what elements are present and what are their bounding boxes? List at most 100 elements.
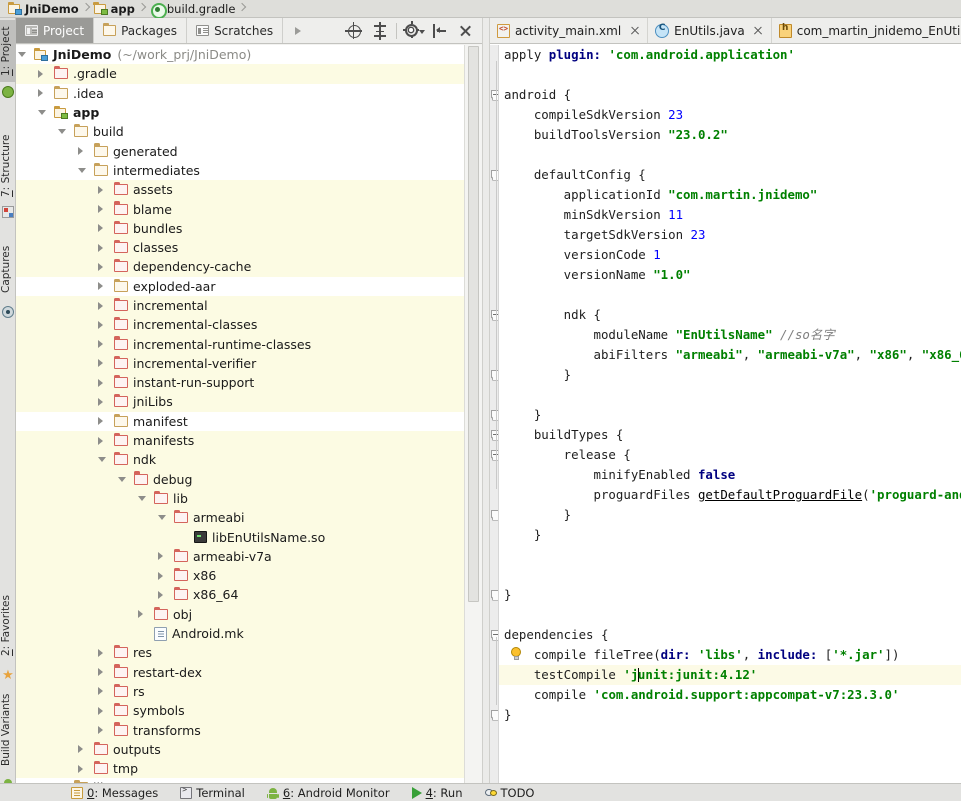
tree-row[interactable]: dependency-cache bbox=[16, 257, 464, 276]
project-tree-scrollbar[interactable] bbox=[464, 45, 482, 783]
close-icon[interactable] bbox=[452, 18, 478, 44]
tree-row[interactable]: bundles bbox=[16, 219, 464, 238]
code-line[interactable]: abiFilters "armeabi", "armeabi-v7a", "x8… bbox=[499, 345, 961, 365]
chevron-right-icon[interactable] bbox=[98, 359, 103, 367]
tree-row[interactable]: instant-run-support bbox=[16, 373, 464, 392]
tree-row[interactable]: obj bbox=[16, 605, 464, 624]
editor-gutter[interactable] bbox=[490, 45, 498, 783]
more-tabs-button[interactable] bbox=[283, 18, 313, 43]
code-line[interactable]: minifyEnabled false bbox=[499, 465, 961, 485]
tool-window-button-2-favorites[interactable]: 2: Favorites bbox=[0, 586, 16, 666]
status-bar-button-6-android-monitor[interactable]: 6: Android Monitor bbox=[256, 784, 401, 801]
chevron-right-icon[interactable] bbox=[98, 186, 103, 194]
chevron-right-icon[interactable] bbox=[98, 417, 103, 425]
code-line[interactable] bbox=[499, 385, 961, 405]
tree-row[interactable]: incremental-classes bbox=[16, 315, 464, 334]
code-line[interactable]: } bbox=[499, 705, 961, 725]
project-tab-packages[interactable]: Packages bbox=[94, 18, 187, 43]
chevron-right-icon[interactable] bbox=[98, 379, 103, 387]
chevron-right-icon[interactable] bbox=[98, 224, 103, 232]
chevron-right-icon[interactable] bbox=[98, 649, 103, 657]
tree-row[interactable]: x86_64 bbox=[16, 585, 464, 604]
chevron-right-icon[interactable] bbox=[38, 70, 43, 78]
chevron-down-icon[interactable] bbox=[118, 477, 126, 482]
tree-row[interactable]: assets bbox=[16, 180, 464, 199]
tree-row[interactable]: symbols bbox=[16, 701, 464, 720]
status-bar-button-0-messages[interactable]: 0: Messages bbox=[60, 784, 169, 801]
status-bar-button-terminal[interactable]: Terminal bbox=[169, 784, 256, 801]
project-tab-project[interactable]: Project bbox=[16, 18, 94, 43]
code-line[interactable]: compileSdkVersion 23 bbox=[499, 105, 961, 125]
tool-window-button-captures[interactable]: Captures bbox=[0, 236, 16, 302]
code-line[interactable]: proguardFiles getDefaultProguardFile('pr… bbox=[499, 485, 961, 505]
project-tab-scratches[interactable]: Scratches bbox=[187, 18, 283, 43]
chevron-right-icon[interactable] bbox=[98, 437, 103, 445]
locate-icon[interactable] bbox=[341, 18, 367, 44]
tree-row[interactable]: restart-dex bbox=[16, 663, 464, 682]
chevron-right-icon[interactable] bbox=[98, 726, 103, 734]
tree-row[interactable]: build bbox=[16, 122, 464, 141]
tree-row[interactable]: armeabi-v7a bbox=[16, 547, 464, 566]
code-line[interactable] bbox=[499, 605, 961, 625]
code-line[interactable]: android { bbox=[499, 85, 961, 105]
tree-row[interactable]: .gradle bbox=[16, 64, 464, 83]
editor-tab-enutils-java[interactable]: EnUtils.java bbox=[648, 18, 772, 43]
status-bar-button-todo[interactable]: TODO bbox=[474, 784, 546, 801]
settings-gear-icon[interactable] bbox=[400, 18, 426, 44]
chevron-down-icon[interactable] bbox=[78, 168, 86, 173]
chevron-right-icon[interactable] bbox=[158, 591, 163, 599]
chevron-down-icon[interactable] bbox=[158, 515, 166, 520]
code-line[interactable]: } bbox=[499, 505, 961, 525]
editor-tab-activity_main-xml[interactable]: activity_main.xml bbox=[490, 18, 648, 43]
tree-row[interactable]: incremental bbox=[16, 296, 464, 315]
code-line[interactable]: } bbox=[499, 365, 961, 385]
code-line[interactable]: buildToolsVersion "23.0.2" bbox=[499, 125, 961, 145]
tree-row[interactable]: Android.mk bbox=[16, 624, 464, 643]
chevron-right-icon[interactable] bbox=[38, 89, 43, 97]
tree-row[interactable]: armeabi bbox=[16, 508, 464, 527]
chevron-right-icon[interactable] bbox=[98, 668, 103, 676]
close-icon[interactable] bbox=[753, 25, 764, 36]
tree-row[interactable]: res bbox=[16, 643, 464, 662]
tree-row[interactable]: outputs bbox=[16, 740, 464, 759]
tree-row[interactable]: rs bbox=[16, 682, 464, 701]
scrollbar-thumb[interactable] bbox=[468, 46, 479, 602]
tree-row[interactable]: lib bbox=[16, 489, 464, 508]
close-icon[interactable] bbox=[629, 25, 640, 36]
chevron-right-icon[interactable] bbox=[78, 745, 83, 753]
code-line[interactable]: applicationId "com.martin.jnidemo" bbox=[499, 185, 961, 205]
code-editor[interactable]: apply plugin: 'com.android.application'a… bbox=[499, 45, 961, 783]
collapse-all-icon[interactable] bbox=[367, 18, 393, 44]
tree-row[interactable]: transforms bbox=[16, 720, 464, 739]
code-line[interactable]: compile 'com.android.support:appcompat-v… bbox=[499, 685, 961, 705]
code-line[interactable]: } bbox=[499, 585, 961, 605]
chevron-down-icon[interactable] bbox=[138, 496, 146, 501]
chevron-right-icon[interactable] bbox=[158, 572, 163, 580]
tree-row[interactable]: .idea bbox=[16, 84, 464, 103]
code-line[interactable] bbox=[499, 565, 961, 585]
hide-panel-icon[interactable] bbox=[426, 18, 452, 44]
tree-row[interactable]: x86 bbox=[16, 566, 464, 585]
code-line[interactable]: defaultConfig { bbox=[499, 165, 961, 185]
tree-row[interactable]: incremental-verifier bbox=[16, 354, 464, 373]
chevron-right-icon[interactable] bbox=[98, 707, 103, 715]
chevron-down-icon[interactable] bbox=[58, 129, 66, 134]
tree-row[interactable]: debug bbox=[16, 470, 464, 489]
tool-window-button-7-structure[interactable]: 7: Structure bbox=[0, 130, 16, 202]
tree-row[interactable]: manifests bbox=[16, 431, 464, 450]
tree-row[interactable]: generated bbox=[16, 141, 464, 160]
editor-tab-com_martin_jnidemo_enutils-h[interactable]: com_martin_jnidemo_EnUtils.h bbox=[772, 18, 961, 43]
chevron-down-icon[interactable] bbox=[38, 110, 46, 115]
chevron-right-icon[interactable] bbox=[98, 205, 103, 213]
breadcrumb-item-jnidemo[interactable]: JniDemo bbox=[6, 0, 81, 18]
code-line[interactable]: buildTypes { bbox=[499, 425, 961, 445]
chevron-right-icon[interactable] bbox=[78, 147, 83, 155]
chevron-right-icon[interactable] bbox=[78, 765, 83, 773]
tool-window-button-build-variants[interactable]: Build Variants bbox=[0, 686, 16, 774]
code-line[interactable]: release { bbox=[499, 445, 961, 465]
chevron-right-icon[interactable] bbox=[98, 321, 103, 329]
intention-bulb-icon[interactable] bbox=[510, 647, 522, 662]
chevron-right-icon[interactable] bbox=[98, 687, 103, 695]
tree-row[interactable]: manifest bbox=[16, 412, 464, 431]
chevron-down-icon[interactable] bbox=[18, 52, 26, 57]
